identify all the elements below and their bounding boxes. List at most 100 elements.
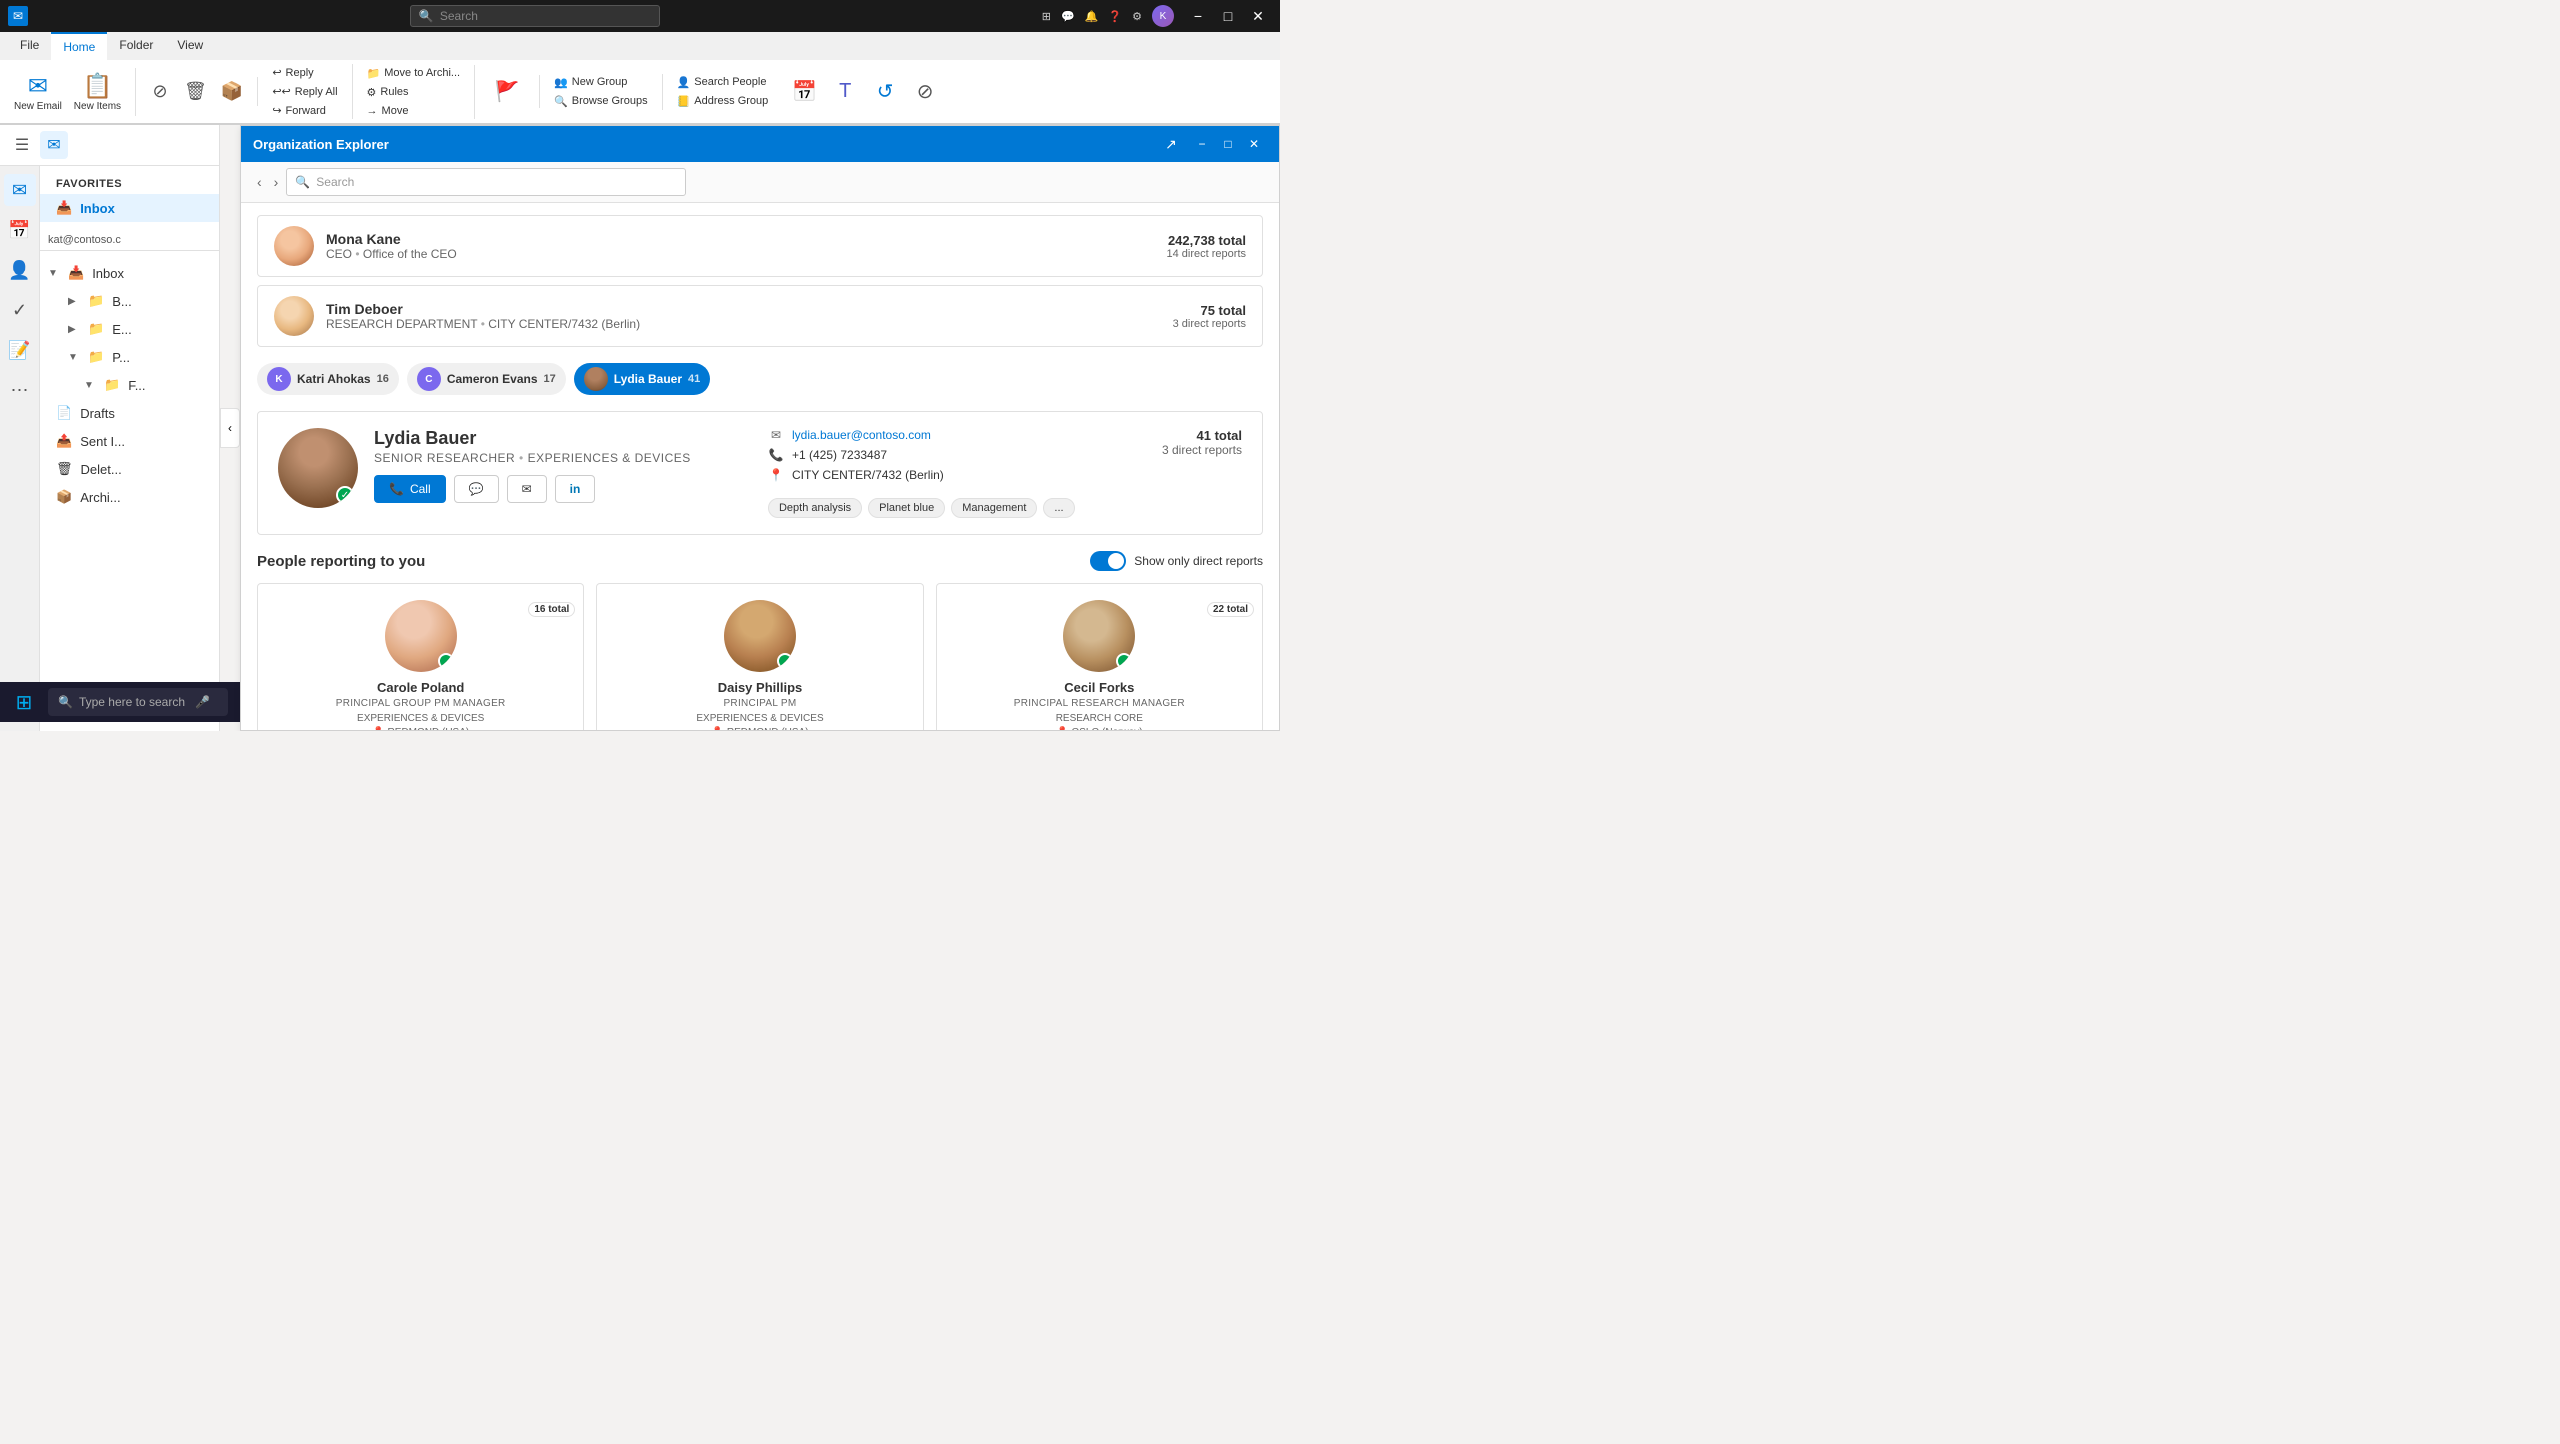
profile-card: ✓ Lydia Bauer SENIOR RESEARCHER • EXPERI… <box>257 411 1263 535</box>
new-email-button[interactable]: ✉ New Email <box>8 68 68 116</box>
history-button[interactable]: ↺ <box>867 75 903 108</box>
nav-calendar-icon[interactable]: 📅 <box>4 214 36 246</box>
minimize-button[interactable]: − <box>1184 2 1212 30</box>
carole-location: 📍 REDMOND (USA) <box>270 727 571 730</box>
user-avatar[interactable]: K <box>1152 5 1174 27</box>
sidebar-item-archive[interactable]: 📦 Archi... <box>40 483 219 511</box>
nav-tasks-icon[interactable]: ✓ <box>4 294 36 326</box>
org-minimize-button[interactable]: − <box>1189 131 1215 157</box>
sidebar-item-inbox-favorite[interactable]: 📥 Inbox <box>40 194 219 222</box>
title-search-bar[interactable]: 🔍 Search <box>410 5 660 27</box>
reply-button[interactable]: ↩ Reply <box>266 64 319 81</box>
tag-planet-blue[interactable]: Planet blue <box>868 498 945 518</box>
collapse-sidebar-button[interactable]: ‹ <box>220 408 240 448</box>
org-search-bar[interactable]: 🔍 Search <box>286 168 686 196</box>
sidebar-item-e[interactable]: ▶ 📁 E... <box>40 315 219 343</box>
nav-more-icon[interactable]: ⋯ <box>4 374 36 406</box>
close-button[interactable]: ✕ <box>1244 2 1272 30</box>
tim-avatar <box>274 296 314 336</box>
tag-more[interactable]: ... <box>1043 498 1074 518</box>
hamburger-menu-button[interactable]: ☰ <box>8 131 36 159</box>
direct-reports-toggle[interactable] <box>1090 551 1126 571</box>
taskbar-search[interactable]: 🔍 Type here to search 🎤 <box>48 688 228 716</box>
flag-button[interactable]: 🚩 <box>483 75 531 108</box>
profile-main: Lydia Bauer SENIOR RESEARCHER • EXPERIEN… <box>374 428 752 503</box>
address-group-button[interactable]: 📒 Address Group <box>671 93 775 110</box>
window-controls: − □ ✕ <box>1184 2 1272 30</box>
move-to-archive-button[interactable]: 📁 Move to Archi... <box>361 65 467 82</box>
taskbar-search-text: Type here to search <box>79 695 185 709</box>
nav-forward-button[interactable]: › <box>270 170 283 194</box>
new-group-button[interactable]: 👥 New Group <box>548 74 654 91</box>
org-explorer-title: Organization Explorer <box>253 137 389 152</box>
katri-count: 16 <box>377 373 389 385</box>
tag-depth-analysis[interactable]: Depth analysis <box>768 498 862 518</box>
new-items-button[interactable]: 📋 New Items <box>68 68 127 116</box>
lydia-mini-avatar <box>584 367 608 391</box>
sidebar-folders-section: ▼ 📥 Inbox ▶ 📁 B... ▶ 📁 E... <box>40 251 219 519</box>
lydia-avatar: ✓ <box>278 428 358 508</box>
chat-button[interactable]: 💬 <box>454 475 499 503</box>
sidebar: ☰ ✉ ✉ 📅 👤 ✓ 📝 ⋯ Favorites 📥 Inbox <box>0 125 220 731</box>
ribbon-tab-file[interactable]: File <box>8 32 51 60</box>
delete-button[interactable]: 🗑 <box>178 77 213 106</box>
hierarchy-card-tim[interactable]: Tim Deboer RESEARCH DEPARTMENT • CITY CE… <box>257 285 1263 347</box>
carole-location-value: REDMOND (USA) <box>388 727 470 730</box>
nav-contacts-icon[interactable]: 👤 <box>4 254 36 286</box>
sidebar-item-drafts[interactable]: 📄 Drafts <box>40 399 219 427</box>
reply-all-button[interactable]: ↩↩ Reply All <box>266 83 343 100</box>
sidebar-item-inbox[interactable]: ▼ 📥 Inbox <box>40 259 219 287</box>
block-button[interactable]: ⊘ <box>907 75 943 108</box>
status-check-icon: ✓ <box>341 490 349 501</box>
org-close-button[interactable]: ✕ <box>1241 131 1267 157</box>
ribbon-tab-view[interactable]: View <box>165 32 215 60</box>
cecil-total: 22 total <box>1207 602 1254 617</box>
contact-email-link[interactable]: lydia.bauer@contoso.com <box>792 428 931 442</box>
sidebar-item-p[interactable]: ▼ 📁 P... <box>40 343 219 371</box>
linkedin-button[interactable]: in <box>555 475 596 503</box>
taskbar-icon-4[interactable]: ❓ <box>1108 10 1122 23</box>
search-people-button[interactable]: 👤 Search People <box>671 74 775 91</box>
profile-name: Lydia Bauer <box>374 428 752 449</box>
mail-nav-button[interactable]: ✉ <box>40 131 68 159</box>
sidebar-item-b[interactable]: ▶ 📁 B... <box>40 287 219 315</box>
taskbar-icon-2[interactable]: 💬 <box>1061 10 1075 23</box>
pop-out-button[interactable]: ↗ <box>1159 132 1183 156</box>
rules-button[interactable]: ⚙ Rules <box>361 84 467 101</box>
sidebar-item-deleted[interactable]: 🗑 Delet... <box>40 455 219 483</box>
person-card-cecil[interactable]: 22 total Cecil Forks PRINCIPAL RESEARCH … <box>936 583 1263 730</box>
hierarchy-card-mona[interactable]: Mona Kane CEO • Office of the CEO 242,73… <box>257 215 1263 277</box>
email-button[interactable]: ✉ <box>507 475 547 503</box>
taskbar-icon-3[interactable]: 🔔 <box>1085 10 1099 23</box>
call-button[interactable]: 📞 Call <box>374 475 446 503</box>
maximize-button[interactable]: □ <box>1214 2 1242 30</box>
forward-button[interactable]: ↪ Forward <box>266 102 332 119</box>
taskbar-icon-1[interactable]: ⊞ <box>1042 10 1051 23</box>
tim-direct: 3 direct reports <box>1173 318 1246 330</box>
nav-mail-icon[interactable]: ✉ <box>4 174 36 206</box>
ribbon-tab-home[interactable]: Home <box>51 32 107 60</box>
breadcrumb-lydia[interactable]: Lydia Bauer 41 <box>574 363 711 395</box>
taskbar-icon-5[interactable]: ⚙ <box>1132 10 1142 23</box>
move-button[interactable]: → Move <box>361 103 467 119</box>
org-maximize-button[interactable]: □ <box>1215 131 1241 157</box>
nav-notes-icon[interactable]: 📝 <box>4 334 36 366</box>
nav-back-button[interactable]: ‹ <box>253 170 266 194</box>
calender-button[interactable]: 📅 <box>786 75 823 108</box>
sidebar-item-f[interactable]: ▼ 📁 F... <box>40 371 219 399</box>
tag-management[interactable]: Management <box>951 498 1037 518</box>
person-card-carole[interactable]: 16 total Carole Poland PRINCIPAL GROUP P… <box>257 583 584 730</box>
sidebar-item-sent[interactable]: 📤 Sent I... <box>40 427 219 455</box>
ribbon-tab-folder[interactable]: Folder <box>107 32 165 60</box>
drafts-icon: 📄 <box>56 405 72 421</box>
archive-label: Archi... <box>80 490 120 505</box>
ignore-button[interactable]: ⊘ <box>144 77 176 106</box>
archive-button[interactable]: 📦 <box>215 77 249 106</box>
start-button[interactable]: ⊞ <box>8 686 40 718</box>
breadcrumb-katri[interactable]: K Katri Ahokas 16 <box>257 363 399 395</box>
person-card-daisy[interactable]: Daisy Phillips PRINCIPAL PM EXPERIENCES … <box>596 583 923 730</box>
browse-groups-label: Browse Groups <box>572 95 648 107</box>
teams-button[interactable]: T <box>827 76 863 107</box>
browse-groups-button[interactable]: 🔍 Browse Groups <box>548 93 654 110</box>
breadcrumb-cameron[interactable]: C Cameron Evans 17 <box>407 363 566 395</box>
